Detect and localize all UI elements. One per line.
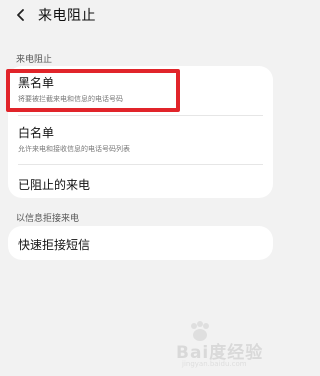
watermark-logo-text: Bai度经验 <box>176 343 264 363</box>
section-label-reject-with-message: 以信息拒接来电 <box>16 214 80 224</box>
header-bar: 来电阻止 <box>0 0 281 30</box>
whitelist-subtitle: 允许来电和接收信息的电话号码列表 <box>18 145 130 153</box>
watermark-url: jingyan.baidu.com <box>182 360 247 368</box>
blocked-calls-title: 已阻止的来电 <box>18 178 91 192</box>
chevron-left-icon <box>17 9 24 21</box>
whitelist-item[interactable]: 白名单 允许来电和接收信息的电话号码列表 <box>8 124 273 164</box>
quick-reply-card: 快速拒接短信 <box>8 226 273 260</box>
section-label-call-blocking: 来电阻止 <box>16 55 53 65</box>
divider <box>18 115 263 116</box>
whitelist-title: 白名单 <box>18 126 55 140</box>
divider <box>18 164 263 165</box>
page-title: 来电阻止 <box>38 8 96 24</box>
blocked-calls-item[interactable]: 已阻止的来电 <box>8 176 273 196</box>
baidu-jingyan-watermark: Bai度经验 jingyan.baidu.com <box>168 320 276 372</box>
blacklist-subtitle: 将要被拦截来电和信息的电话号码 <box>18 95 123 103</box>
quick-decline-message-item[interactable]: 快速拒接短信 <box>8 236 273 256</box>
blacklist-item[interactable]: 黑名单 将要被拦截来电和信息的电话号码 <box>8 74 273 114</box>
quick-decline-message-title: 快速拒接短信 <box>18 238 91 252</box>
blacklist-title: 黑名单 <box>18 76 55 90</box>
paw-icon <box>191 321 209 341</box>
call-blocking-card: 黑名单 将要被拦截来电和信息的电话号码 白名单 允许来电和接收信息的电话号码列表… <box>8 66 273 198</box>
back-button[interactable] <box>10 4 32 26</box>
